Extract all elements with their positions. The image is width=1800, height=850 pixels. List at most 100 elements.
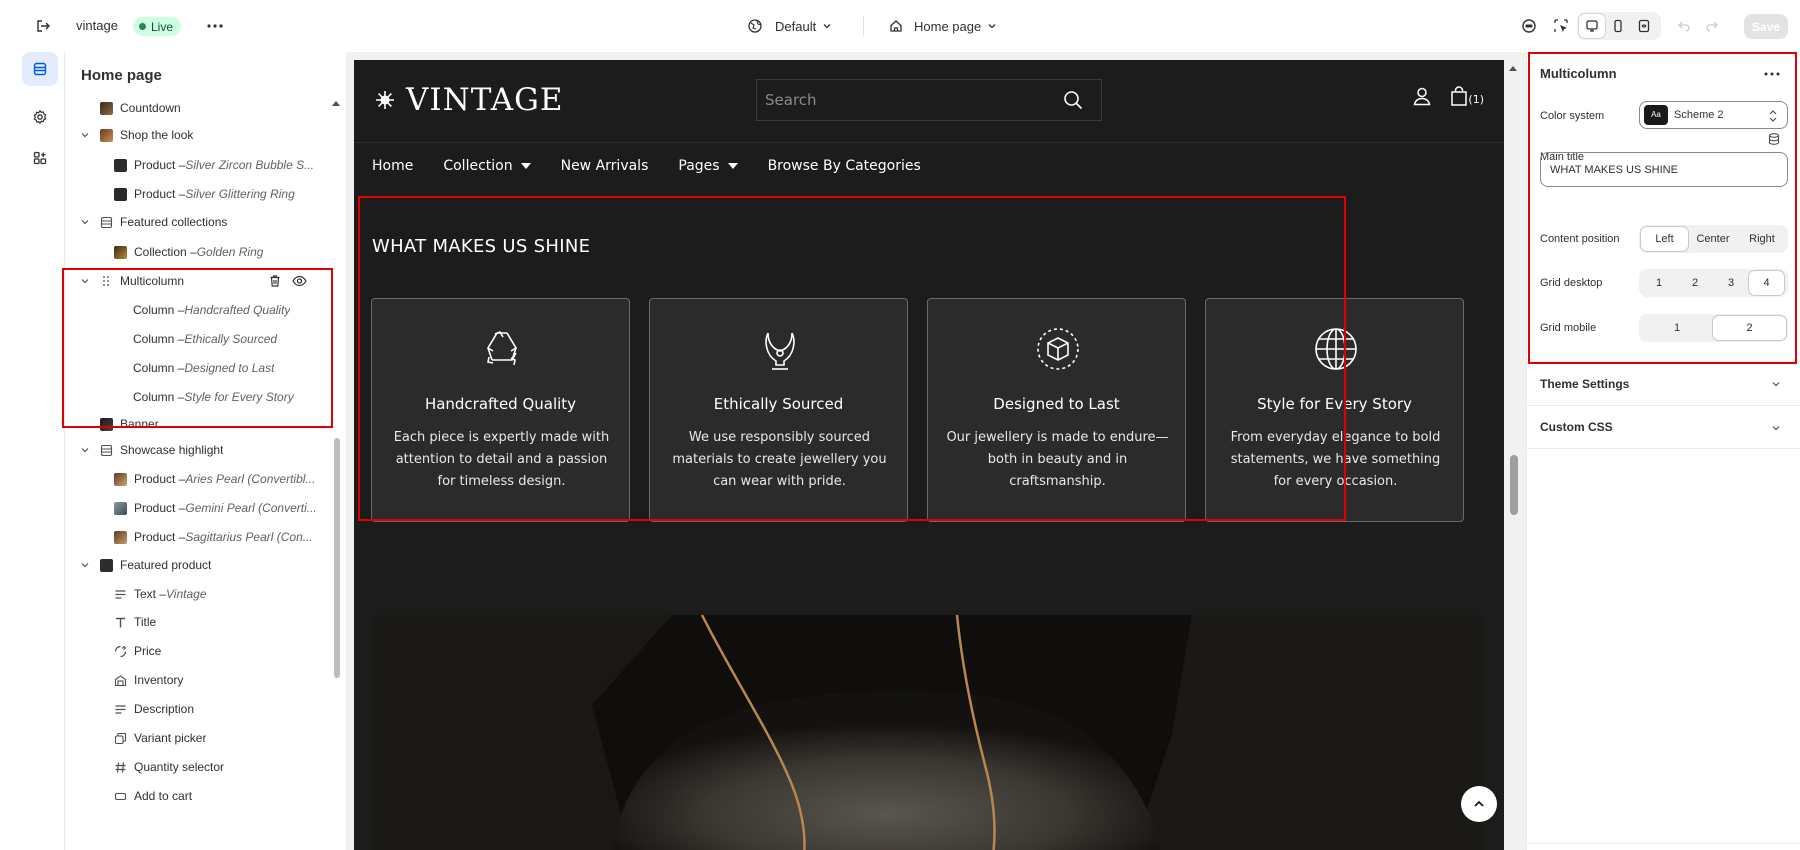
tree-item-column-style[interactable]: Column – Style for Every Story — [133, 384, 333, 410]
settings-gear-icon[interactable] — [22, 100, 58, 134]
nav-item-browse-by-categories[interactable]: Browse By Categories — [768, 158, 921, 174]
chevron-down-icon[interactable] — [80, 217, 90, 227]
tree-item-price[interactable]: Price — [113, 638, 161, 664]
tree-item-column-designed[interactable]: Column – Designed to Last — [133, 355, 333, 381]
tree-item-product-gemini[interactable]: Product – Gemini Pearl (Converti... — [113, 495, 333, 521]
tree-item-column-handcrafted[interactable]: Column – Handcrafted Quality — [133, 297, 333, 323]
chevron-down-icon — [1771, 379, 1781, 389]
color-scheme-value: Scheme 2 — [1674, 109, 1724, 121]
content-position-segmented: Left Center Right — [1639, 225, 1788, 253]
tree-item-inventory[interactable]: Inventory — [113, 667, 183, 693]
tree-item-featured-product[interactable]: Featured product — [81, 552, 211, 578]
chevron-down-icon[interactable] — [80, 445, 90, 455]
chevron-down-icon — [1771, 423, 1781, 433]
grid-mobile-label: Grid mobile — [1540, 322, 1597, 334]
preview-scrollbar[interactable] — [1510, 455, 1518, 515]
tree-item-product-bubble[interactable]: Product – Silver Zircon Bubble S... — [113, 152, 333, 178]
grid-desktop-option-4[interactable]: 4 — [1749, 271, 1784, 295]
dynamic-source-icon[interactable] — [1767, 132, 1781, 146]
tree-item-banner[interactable]: Banner — [99, 411, 159, 437]
theme-selector[interactable]: Default — [747, 14, 832, 38]
inspector-icon[interactable] — [1521, 18, 1537, 34]
tree-item-label: Showcase highlight — [120, 443, 224, 457]
tree-item-title[interactable]: Title — [113, 609, 156, 635]
color-scheme-select[interactable]: Aa Scheme 2 — [1639, 101, 1788, 129]
tree-item-collection-golden-ring[interactable]: Collection – Golden Ring — [113, 239, 333, 265]
search-icon[interactable] — [1063, 90, 1083, 110]
multicolumn-card[interactable]: Style for Every Story From everyday eleg… — [1205, 298, 1464, 522]
exit-icon[interactable] — [34, 17, 52, 35]
drag-handle-icon[interactable] — [99, 274, 113, 288]
top-bar: vintage Live Default Home page Save — [0, 0, 1800, 52]
sections-icon[interactable] — [22, 52, 58, 86]
visibility-eye-icon[interactable] — [292, 274, 307, 288]
nav-label: Browse By Categories — [767, 157, 921, 174]
tree-item-variant-picker[interactable]: Variant picker — [113, 725, 206, 751]
tree-item-column-ethically[interactable]: Column – Ethically Sourced — [133, 326, 333, 352]
shop-the-look-thumbnail — [99, 128, 113, 142]
nav-item-pages[interactable]: Pages — [678, 158, 738, 174]
tree-item-add-to-cart[interactable]: Add to cart — [113, 783, 192, 809]
mobile-view-icon[interactable] — [1605, 14, 1631, 38]
tree-item-product-sagittarius[interactable]: Product – Sagittarius Pearl (Con... — [113, 524, 333, 550]
tree-item-text-vintage[interactable]: Text – Vintage — [113, 581, 333, 607]
tree-item-description[interactable]: Description — [113, 696, 194, 722]
nav-item-home[interactable]: Home — [372, 158, 413, 174]
grid-mobile-option-1[interactable]: 1 — [1641, 316, 1713, 340]
site-nav: Home Collection New Arrivals Pages Brows… — [354, 142, 1504, 188]
scroll-up-icon[interactable] — [331, 99, 341, 107]
tree-item-featured-collections[interactable]: Featured collections — [81, 209, 227, 235]
tree-item-multicolumn[interactable]: Multicolumn — [81, 268, 339, 294]
scroll-up-icon[interactable] — [1508, 64, 1518, 72]
tree-item-product-aries[interactable]: Product – Aries Pearl (Convertibl... — [113, 466, 333, 492]
tree-item-countdown[interactable]: Countdown — [99, 95, 181, 121]
theme-label: Default — [775, 18, 817, 34]
more-actions-icon[interactable] — [204, 17, 226, 35]
site-logo[interactable]: VINTAGE — [374, 82, 564, 118]
tree-item-showcase-highlight[interactable]: Showcase highlight — [81, 437, 224, 463]
desktop-view-icon[interactable] — [1579, 14, 1605, 38]
theme-settings-label: Theme Settings — [1540, 376, 1630, 391]
account-icon[interactable] — [1412, 86, 1432, 106]
chevron-down-icon[interactable] — [80, 276, 90, 286]
scroll-to-top-button[interactable] — [1461, 786, 1497, 822]
tree-item-quantity-selector[interactable]: Quantity selector — [113, 754, 224, 780]
grid-desktop-option-3[interactable]: 3 — [1713, 271, 1749, 295]
apps-icon[interactable] — [22, 141, 58, 175]
nav-item-collection[interactable]: Collection — [443, 158, 531, 174]
section-layout-icon — [99, 215, 113, 229]
select-element-icon[interactable] — [1553, 18, 1569, 34]
tree-item-label: Title — [134, 615, 157, 629]
banner-thumbnail — [99, 417, 113, 431]
redo-icon[interactable] — [1705, 18, 1719, 32]
chevron-down-icon[interactable] — [80, 130, 90, 140]
custom-css-accordion[interactable]: Custom CSS — [1527, 405, 1800, 449]
grid-mobile-option-2[interactable]: 2 — [1713, 316, 1786, 340]
chevron-down-icon[interactable] — [80, 560, 90, 570]
multicolumn-card[interactable]: Designed to Last Our jewellery is made t… — [927, 298, 1186, 522]
main-title-input[interactable]: WHAT MAKES US SHINE — [1540, 152, 1788, 187]
tree-item-product-glittering[interactable]: Product – Silver Glittering Ring — [113, 181, 333, 207]
save-button[interactable]: Save — [1744, 14, 1788, 39]
multicolumn-card[interactable]: Handcrafted Quality Each piece is expert… — [371, 298, 630, 522]
page-selector[interactable]: Home page — [888, 14, 997, 38]
tree-item-shop-the-look[interactable]: Shop the look — [81, 122, 193, 148]
cart-button[interactable]: (1) — [1450, 86, 1484, 106]
grid-desktop-option-1[interactable]: 1 — [1641, 271, 1677, 295]
full-width-view-icon[interactable] — [1631, 14, 1657, 38]
multicolumn-card[interactable]: Ethically Sourced We use responsibly sou… — [649, 298, 908, 522]
sidebar-scrollbar[interactable] — [334, 438, 340, 678]
content-position-right[interactable]: Right — [1738, 227, 1786, 251]
delete-icon[interactable] — [268, 274, 282, 288]
tree-item-label: Price — [134, 644, 162, 658]
theme-settings-accordion[interactable]: Theme Settings — [1527, 361, 1800, 405]
grid-desktop-option-2[interactable]: 2 — [1677, 271, 1713, 295]
site-search-input[interactable]: Search — [756, 79, 1102, 121]
cart-count: (1) — [1468, 93, 1484, 106]
undo-icon[interactable] — [1677, 18, 1691, 32]
nav-item-new-arrivals[interactable]: New Arrivals — [561, 158, 649, 174]
content-position-left[interactable]: Left — [1641, 227, 1688, 251]
viewport-toggle — [1577, 12, 1661, 40]
content-position-center[interactable]: Center — [1688, 227, 1738, 251]
more-actions-icon[interactable] — [1761, 66, 1783, 82]
